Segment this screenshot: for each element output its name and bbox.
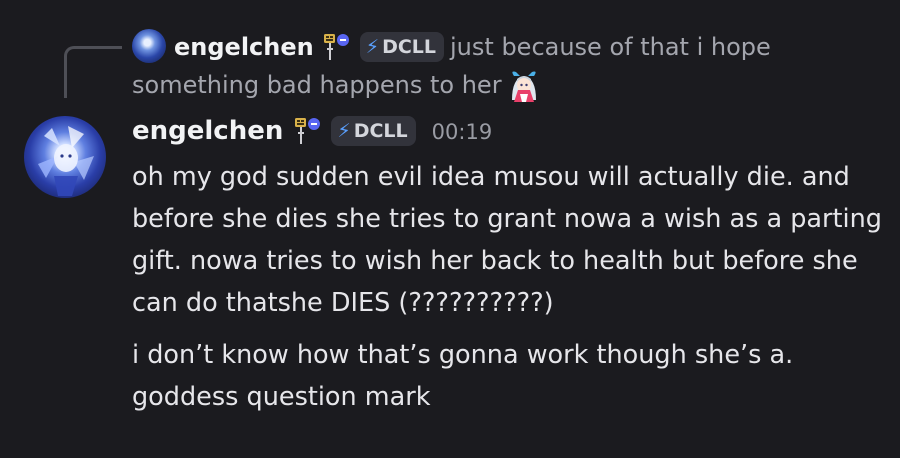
lightning-bolt-icon: ⚡ — [337, 120, 351, 142]
message-header: engelchen ⚡ DCLL 00:19 — [132, 110, 492, 152]
avatar[interactable] — [24, 116, 106, 198]
anime-girl-emoji — [506, 68, 542, 102]
role-tag[interactable]: ⚡ DCLL — [331, 116, 416, 146]
lightning-bolt-icon: ⚡ — [365, 36, 380, 58]
reply-avatar[interactable] — [132, 29, 166, 63]
message-paragraph: i don’t know how that’s gonna work thoug… — [132, 340, 794, 412]
message-timestamp[interactable]: 00:19 — [432, 120, 493, 144]
reply-username[interactable]: engelchen — [174, 33, 314, 61]
message-paragraph: oh my god sudden evil idea musou will ac… — [132, 162, 882, 318]
traffic-sign-icon — [320, 31, 352, 63]
message-username[interactable]: engelchen — [132, 116, 283, 146]
role-tag[interactable]: ⚡ DCLL — [359, 32, 445, 62]
reply-connector — [64, 46, 122, 98]
role-tag-label: DCLL — [382, 36, 437, 58]
reply-preview[interactable]: engelchen ⚡ DCLL just because of that i ho… — [132, 28, 892, 104]
role-tag-label: DCLL — [353, 120, 408, 142]
message-content: oh my god sudden evil idea musou will ac… — [132, 156, 887, 418]
traffic-sign-icon — [291, 115, 323, 147]
